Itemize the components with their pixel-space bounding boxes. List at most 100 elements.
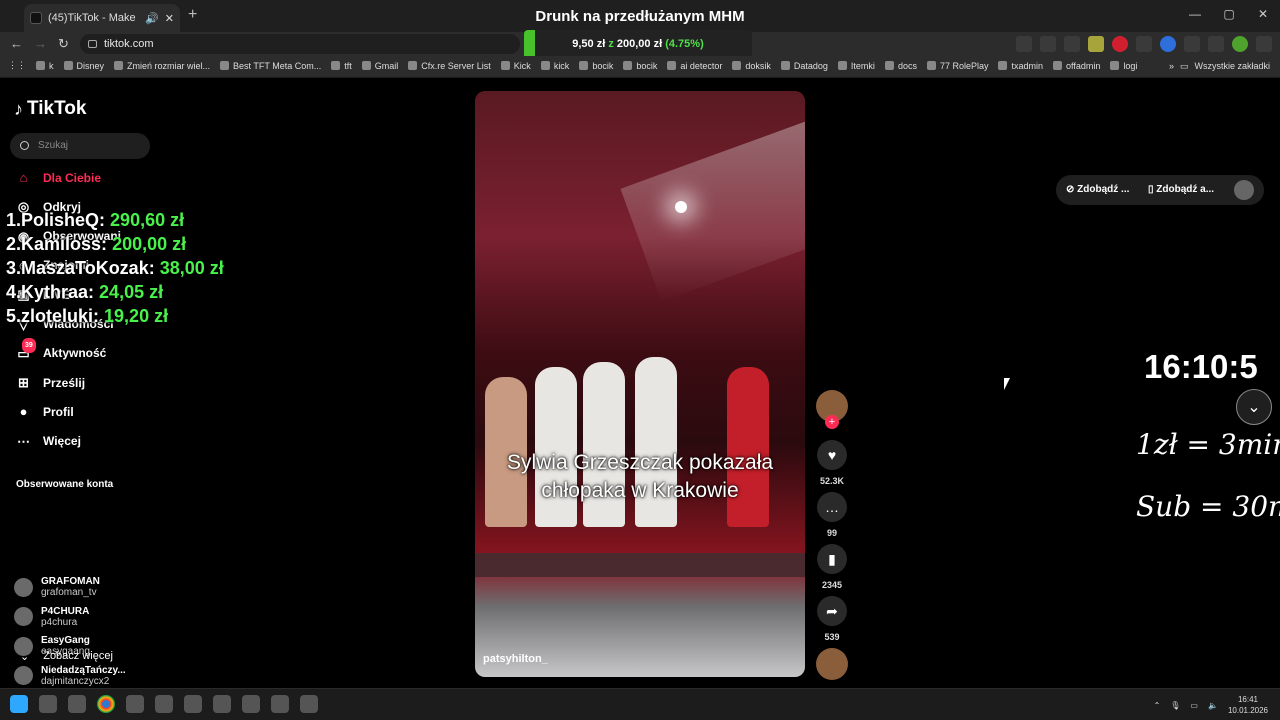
reading-list-icon[interactable] — [1208, 36, 1224, 52]
forward-arrow-icon[interactable]: → — [34, 36, 47, 51]
sidebar-item-label: Dla Ciebie — [43, 170, 102, 185]
windows-start-icon[interactable] — [10, 695, 28, 713]
bookmark-label: Zmień rozmiar wiel... — [127, 60, 211, 71]
bookmark-item[interactable]: Zmień rozmiar wiel... — [114, 60, 210, 71]
sidebar-item-upload[interactable]: ⊞ Prześlij — [16, 375, 85, 390]
extension-toolbar — [1016, 36, 1272, 52]
bookmark-item[interactable]: bocik — [579, 60, 613, 71]
bookmark-item[interactable]: Kick — [500, 60, 531, 71]
share-button[interactable]: ➦ 539 — [815, 596, 849, 642]
reload-icon[interactable]: ↻ — [58, 36, 69, 52]
bookmark-item[interactable]: ai detector — [667, 60, 722, 71]
bookmark-favicon-icon — [408, 61, 418, 70]
see-more-button[interactable]: ⌄ Zobacz więcej — [20, 650, 113, 663]
bookmark-item[interactable]: 77 RolePlay — [926, 60, 988, 71]
bookmark-favicon-icon — [1110, 61, 1120, 70]
app-icon[interactable] — [300, 695, 318, 713]
bookmark-favicon-icon — [500, 61, 510, 70]
bookmark-item[interactable]: Datadog — [780, 60, 828, 71]
tiktok-logo[interactable]: ♪ TikTok — [14, 98, 86, 120]
apps-grid-icon[interactable]: ⋮⋮ — [8, 60, 26, 71]
bookmark-item[interactable]: Itemki — [837, 60, 875, 71]
video-author[interactable]: patsyhilton_ — [483, 653, 548, 665]
steam-icon[interactable] — [271, 695, 289, 713]
bookmark-item[interactable]: logi — [1110, 60, 1137, 71]
bookmark-item[interactable]: offadmin — [1053, 60, 1100, 71]
leaderboard-row: 1.PolisheQ: 290,60 zł — [6, 208, 224, 232]
app-icon[interactable] — [242, 695, 260, 713]
bookmark-label: docs — [897, 60, 917, 71]
bookmark-item[interactable]: Cfx.re Server List — [408, 60, 491, 71]
extensions-puzzle-icon[interactable] — [1184, 36, 1200, 52]
bookmark-icon: ▮ — [817, 544, 847, 574]
discord-icon[interactable] — [184, 695, 202, 713]
bookmark-item[interactable]: Disney — [63, 60, 104, 71]
install-app-icon[interactable] — [1016, 36, 1032, 52]
bookmark-item[interactable]: Gmail — [361, 60, 398, 71]
profile-avatar-icon[interactable] — [1232, 36, 1248, 52]
get-app-button[interactable]: ▯ Zdobądź a... — [1148, 184, 1214, 195]
translate-icon[interactable] — [1040, 36, 1056, 52]
kebab-menu-icon[interactable] — [1256, 36, 1272, 52]
followed-account[interactable]: NiedadząTańczy... dajmitanczycx2 — [14, 665, 126, 687]
bookmark-item[interactable]: k — [36, 60, 54, 71]
search-input[interactable]: Szukaj — [10, 133, 150, 159]
music-disc[interactable] — [815, 648, 849, 680]
volume-icon[interactable]: 🔈 — [1208, 701, 1218, 710]
file-explorer-icon[interactable] — [68, 695, 86, 713]
comment-icon: … — [817, 492, 847, 522]
bookmark-item[interactable]: kick — [540, 60, 569, 71]
sidebar-item-profile[interactable]: ● Profil — [16, 404, 74, 419]
tray-chevron-icon[interactable]: ⌃ — [1154, 701, 1161, 710]
avatar — [14, 666, 33, 685]
bookmark-item[interactable]: doksik — [732, 60, 771, 71]
extension-blue-icon[interactable] — [1160, 36, 1176, 52]
clock[interactable]: 16:41 10.01.2026 — [1228, 694, 1268, 716]
bookmark-item[interactable]: tft — [331, 60, 352, 71]
bookmark-item[interactable]: bocik — [623, 60, 657, 71]
sidebar-item-home[interactable]: ⌂ Dla Ciebie — [16, 170, 101, 185]
comment-button[interactable]: … 99 — [815, 492, 849, 538]
next-video-button[interactable]: ⌄ — [1236, 389, 1272, 425]
app-icon[interactable] — [155, 695, 173, 713]
all-bookmarks-button[interactable]: Wszystkie zakładki — [1194, 61, 1270, 72]
sidebar-item-activity[interactable]: ▭ 39 Aktywność — [16, 337, 106, 361]
get-coins-button[interactable]: ⊘ Zdobądź ... — [1066, 184, 1129, 195]
search-icon[interactable] — [39, 695, 57, 713]
bookmark-label: bocik — [592, 60, 614, 71]
bookmark-favicon-icon — [884, 61, 894, 70]
app-icon[interactable] — [126, 695, 144, 713]
video-player[interactable]: Sylwia Grzeszczak pokazała chłopaka w Kr… — [475, 91, 805, 677]
bookmark-label: offadmin — [1066, 60, 1101, 71]
bookmark-item[interactable]: docs — [884, 60, 917, 71]
chrome-icon[interactable] — [97, 695, 115, 713]
save-button[interactable]: ▮ 2345 — [815, 544, 849, 590]
mouse-cursor-icon — [1004, 378, 1010, 390]
back-arrow-icon[interactable]: ← — [10, 36, 23, 51]
like-button[interactable]: ♥ 52.3K — [815, 440, 849, 486]
bookmark-label: ai detector — [680, 60, 723, 71]
extension-record-icon[interactable] — [1112, 36, 1128, 52]
url-field[interactable]: tiktok.com — [80, 34, 520, 54]
bookmark-item[interactable]: txadmin — [998, 60, 1043, 71]
stage-light — [675, 201, 687, 213]
bookmark-label: Itemki — [850, 60, 875, 71]
followed-account[interactable]: GRAFOMAN grafoman_tv — [14, 576, 100, 598]
bookmark-item[interactable]: Best TFT Meta Com... — [220, 60, 321, 71]
microphone-icon[interactable]: 🎙 — [1170, 701, 1180, 710]
share-count: 539 — [824, 632, 840, 642]
network-icon[interactable]: ▭ — [1190, 701, 1198, 710]
bookmark-star-icon[interactable] — [1064, 36, 1080, 52]
bookmarks-overflow-icon[interactable]: » — [1169, 61, 1174, 72]
extension-icon[interactable] — [1088, 36, 1104, 52]
bookmark-favicon-icon — [732, 61, 742, 70]
followed-account[interactable]: P4CHURA p4chura — [14, 606, 89, 628]
app-icon[interactable] — [213, 695, 231, 713]
creator-avatar[interactable]: + — [815, 390, 849, 429]
site-info-icon[interactable] — [88, 40, 97, 48]
sidebar-item-more[interactable]: ⋯ Więcej — [16, 434, 81, 449]
account-handle: dajmitanczycx2 — [41, 675, 110, 687]
user-avatar[interactable] — [1234, 180, 1254, 200]
follow-plus-icon[interactable]: + — [825, 415, 839, 429]
extension-broadcast-icon[interactable] — [1136, 36, 1152, 52]
